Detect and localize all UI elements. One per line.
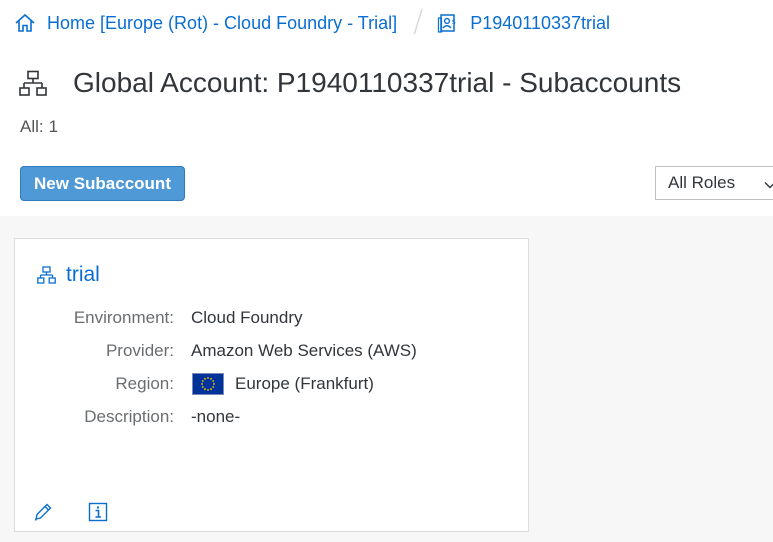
home-icon — [14, 12, 36, 34]
info-icon[interactable] — [87, 501, 109, 523]
region-value: Europe (Frankfurt) — [235, 374, 374, 393]
edit-icon[interactable] — [32, 501, 54, 523]
subaccount-title-link[interactable]: trial — [37, 263, 100, 287]
global-account-icon: $ — [437, 12, 459, 34]
hierarchy-icon — [19, 70, 47, 98]
roles-filter-value: All Roles — [668, 173, 736, 192]
new-subaccount-button[interactable]: New Subaccount — [20, 166, 185, 201]
subaccount-icon — [37, 265, 56, 285]
breadcrumb-home[interactable]: Home [Europe (Rot) - Cloud Foundry - Tri… — [14, 12, 397, 34]
eu-flag-icon — [192, 373, 224, 395]
description-label: Description: — [84, 407, 174, 426]
breadcrumb-global-account[interactable]: $ P1940110337trial — [437, 12, 610, 34]
environment-value: Cloud Foundry — [191, 308, 303, 327]
description-value: -none- — [191, 407, 241, 426]
environment-label: Environment: — [73, 308, 174, 327]
breadcrumb-account-label: P1940110337trial — [470, 12, 611, 33]
subaccount-tile[interactable]: trial Environment: Cloud Foundry Provide… — [14, 238, 529, 532]
subaccount-name: trial — [66, 263, 100, 286]
breadcrumb: Home [Europe (Rot) - Cloud Foundry - Tri… — [14, 4, 610, 39]
count-value: 1 — [48, 117, 59, 136]
page-title: Global Account: P1940110337trial - Subac… — [73, 67, 682, 98]
breadcrumb-separator: / — [413, 3, 424, 39]
roles-filter-select[interactable]: All Roles — [655, 166, 773, 200]
region-label: Region: — [115, 374, 174, 393]
chevron-down-icon — [764, 176, 773, 189]
provider-value: Amazon Web Services (AWS) — [191, 341, 417, 360]
subaccount-count: All: 1 — [20, 117, 58, 137]
provider-label: Provider: — [105, 341, 174, 360]
subaccounts-page: Home [Europe (Rot) - Cloud Foundry - Tri… — [0, 0, 773, 542]
svg-text:$: $ — [452, 18, 456, 26]
breadcrumb-home-label: Home [Europe (Rot) - Cloud Foundry - Tri… — [47, 12, 398, 33]
count-label: All: — [20, 117, 44, 136]
